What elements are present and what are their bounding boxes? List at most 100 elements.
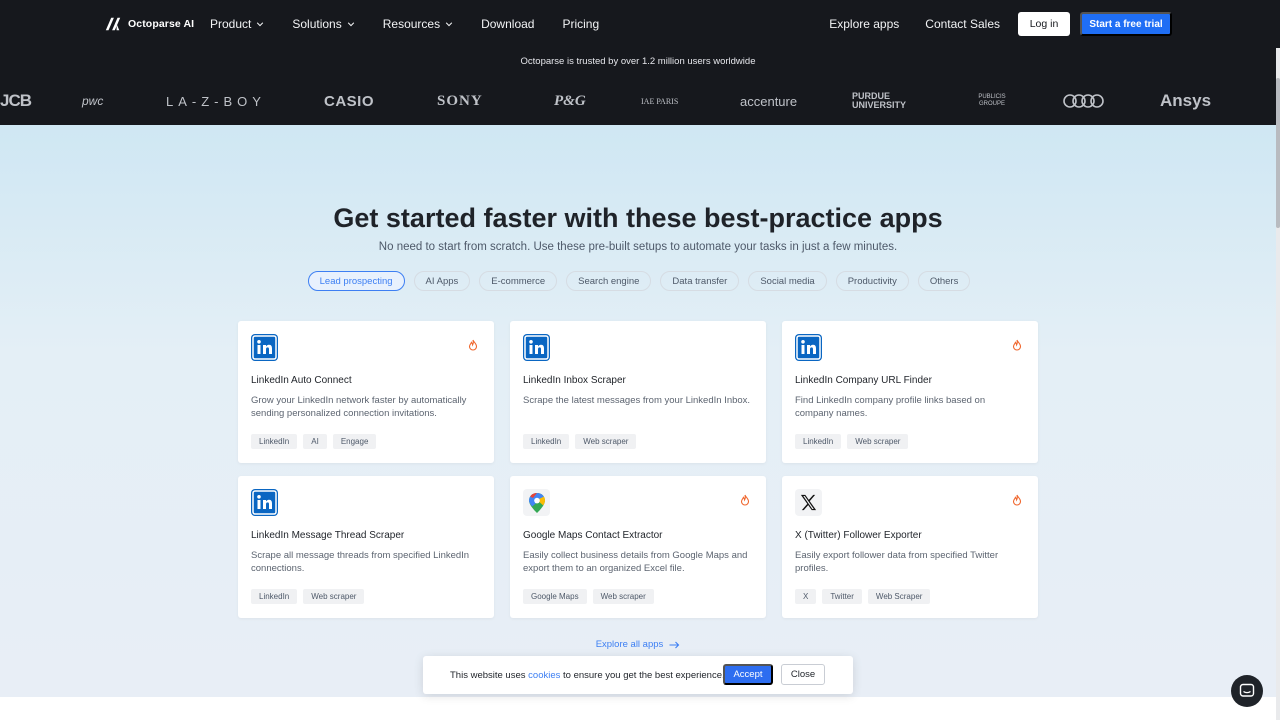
- tag: Twitter: [822, 589, 862, 604]
- nav-resources[interactable]: Resources: [383, 17, 453, 31]
- login-button[interactable]: Log in: [1018, 12, 1070, 36]
- cookie-message: This website uses cookies to ensure you …: [450, 670, 725, 681]
- chevron-down-icon: [257, 22, 264, 27]
- arrow-right-icon: [669, 641, 680, 648]
- explore-all-apps-label: Explore all apps: [595, 639, 664, 650]
- chat-icon: [1239, 683, 1255, 697]
- audi-rings-icon: [1062, 88, 1106, 114]
- nav-download-label: Download: [481, 17, 535, 31]
- tag: LinkedIn: [251, 589, 298, 604]
- filter-productivity[interactable]: Productivity: [835, 271, 909, 291]
- filter-e-commerce[interactable]: E-commerce: [479, 271, 558, 291]
- tag: Engage: [332, 434, 377, 449]
- brand-name: Octoparse AI: [128, 18, 195, 30]
- free-trial-button[interactable]: Start a free trial: [1080, 12, 1172, 36]
- tag: Web scraper: [592, 589, 654, 604]
- app-card[interactable]: LinkedIn Message Thread Scraper Scrape a…: [238, 476, 494, 618]
- accept-cookies-button[interactable]: Accept: [723, 664, 773, 685]
- fire-icon: [1012, 494, 1022, 506]
- app-card-tags: Google Maps Web scraper: [523, 589, 654, 604]
- apps-section: Get started faster with these best-pract…: [0, 125, 1276, 697]
- google-maps-icon: [523, 489, 550, 516]
- filter-others[interactable]: Others: [917, 271, 971, 291]
- app-card-title: LinkedIn Message Thread Scraper: [251, 530, 405, 541]
- filter-search-engine[interactable]: Search engine: [566, 271, 652, 291]
- page-subtitle: No need to start from scratch. Use these…: [378, 241, 898, 253]
- app-card[interactable]: LinkedIn Inbox Scraper Scrape the latest…: [510, 321, 766, 463]
- main-menu: Product Solutions Resources Download Pri…: [210, 0, 627, 48]
- app-card-title: LinkedIn Company URL Finder: [795, 375, 932, 386]
- nav-solutions[interactable]: Solutions: [292, 17, 354, 31]
- app-card-title: Google Maps Contact Extractor: [523, 530, 663, 541]
- nav-product[interactable]: Product: [210, 17, 264, 31]
- logo-casio: CASIO: [324, 92, 375, 110]
- category-filters: Lead prospecting AI Apps E-commerce Sear…: [0, 271, 1276, 291]
- page-title: Get started faster with these best-pract…: [333, 203, 943, 233]
- app-card[interactable]: LinkedIn Company URL Finder Find LinkedI…: [782, 321, 1038, 463]
- linkedin-icon: [251, 489, 278, 516]
- logo-pg: P&G: [554, 92, 586, 109]
- contact-sales-link[interactable]: Contact Sales: [925, 17, 1000, 31]
- scrollbar-thumb[interactable]: [1276, 78, 1280, 228]
- cookies-link[interactable]: cookies: [528, 670, 560, 681]
- tag: LinkedIn: [523, 434, 570, 449]
- app-card-tags: LinkedIn Web scraper: [523, 434, 637, 449]
- tag: AI: [303, 434, 327, 449]
- tag: Web Scraper: [867, 589, 931, 604]
- tag: LinkedIn: [251, 434, 298, 449]
- fire-icon: [740, 494, 750, 506]
- close-cookies-button[interactable]: Close: [781, 664, 825, 685]
- app-card-description: Grow your LinkedIn network faster by aut…: [251, 395, 467, 419]
- logo-ansys: Ansys: [1160, 91, 1212, 110]
- trust-band: Octoparse is trusted by over 1.2 million…: [0, 48, 1276, 125]
- logo-accenture: accenture: [740, 93, 798, 109]
- app-card-tags: X Twitter Web Scraper: [795, 589, 931, 604]
- tag: Web scraper: [847, 434, 909, 449]
- logo-publicis: PUBLICIS GROUPE: [978, 94, 1006, 107]
- filter-data-transfer[interactable]: Data transfer: [660, 271, 740, 291]
- logo-jcb: JCB: [0, 91, 32, 110]
- octoparse-logo-icon: [105, 17, 121, 31]
- filter-ai-apps[interactable]: AI Apps: [413, 271, 471, 291]
- explore-apps-link[interactable]: Explore apps: [829, 17, 899, 31]
- app-card-description: Scrape all message threads from specifie…: [251, 550, 470, 574]
- explore-all-apps-link[interactable]: Explore all apps: [0, 639, 1276, 650]
- audi-rings-svg: [1063, 94, 1104, 108]
- app-card[interactable]: X (Twitter) Follower Exporter Easily exp…: [782, 476, 1038, 618]
- app-card-description: Easily export follower data from specifi…: [795, 550, 999, 574]
- chevron-down-icon: [445, 22, 453, 27]
- app-card[interactable]: LinkedIn Auto Connect Grow your LinkedIn…: [238, 321, 494, 463]
- app-card-title: LinkedIn Inbox Scraper: [523, 375, 626, 386]
- tag: X: [795, 589, 817, 604]
- app-card-tags: LinkedIn Web scraper: [251, 589, 365, 604]
- tag: Google Maps: [523, 589, 587, 604]
- nav-pricing-label: Pricing: [562, 17, 600, 31]
- nav-product-label: Product: [210, 17, 252, 31]
- nav-solutions-label: Solutions: [292, 17, 342, 31]
- linkedin-icon: [251, 334, 278, 361]
- app-card-tags: LinkedIn AI Engage: [251, 434, 377, 449]
- logo-sony: SONY: [437, 92, 483, 109]
- app-card-description: Scrape the latest messages from your Lin…: [523, 395, 751, 406]
- trust-text: Octoparse is trusted by over 1.2 million…: [520, 56, 756, 67]
- nav-download[interactable]: Download: [481, 17, 534, 31]
- nav-resources-label: Resources: [382, 17, 441, 31]
- x-twitter-icon: [795, 489, 822, 516]
- filter-social-media[interactable]: Social media: [748, 271, 827, 291]
- chevron-down-icon: [347, 22, 354, 27]
- top-navigation: Octoparse AI Product Solutions Resources…: [0, 0, 1280, 48]
- nav-pricing[interactable]: Pricing: [562, 17, 599, 31]
- app-card-description: Easily collect business details from Goo…: [523, 550, 748, 574]
- app-card-description: Find LinkedIn company profile links base…: [795, 395, 986, 419]
- app-card-tags: LinkedIn Web scraper: [795, 434, 909, 449]
- filter-lead-prospecting[interactable]: Lead prospecting: [307, 271, 405, 291]
- cookie-text-after: to ensure you get the best experience.: [560, 669, 725, 681]
- brand-logo[interactable]: Octoparse AI: [104, 15, 194, 33]
- chat-widget-button[interactable]: [1231, 675, 1263, 707]
- cookie-text-before: This website uses: [450, 669, 529, 681]
- fire-icon: [1012, 339, 1022, 351]
- app-card[interactable]: Google Maps Contact Extractor Easily col…: [510, 476, 766, 618]
- fire-icon: [468, 339, 478, 351]
- logo-purdue: PURDUE UNIVERSITY: [852, 91, 907, 110]
- tag: Web scraper: [303, 589, 365, 604]
